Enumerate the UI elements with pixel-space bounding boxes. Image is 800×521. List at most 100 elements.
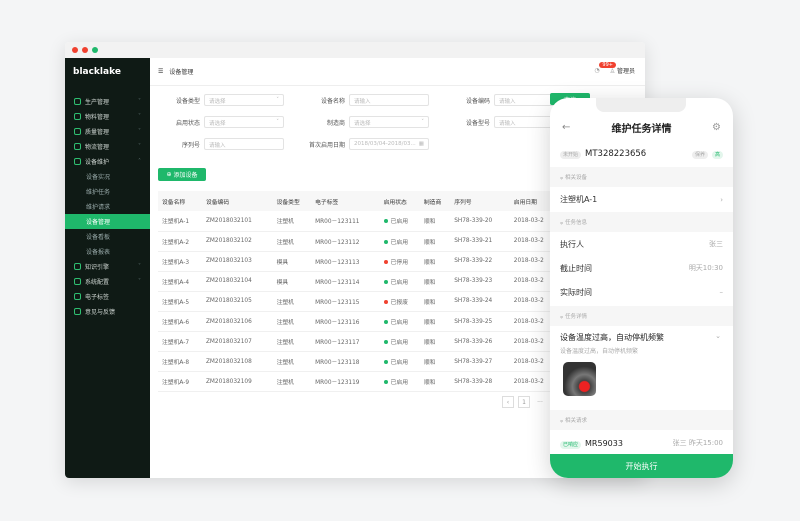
- sidebar-item[interactable]: 物流管理 ˅: [65, 139, 150, 154]
- sidebar-item[interactable]: 物料管理 ˅: [65, 109, 150, 124]
- add-device-button[interactable]: ⊕ 添加设备: [158, 168, 206, 181]
- column-header[interactable]: 启用状态: [379, 191, 420, 211]
- cell-text: MR00－123115: [315, 299, 360, 306]
- table-cell: 顺和: [419, 331, 451, 353]
- phone-notch: [596, 98, 686, 112]
- cell-text: ZM2018032108: [205, 358, 252, 365]
- book-icon: [74, 263, 81, 270]
- sidebar-item[interactable]: 设备维护 ˄: [65, 154, 150, 169]
- field-label: 截止时间: [560, 263, 592, 273]
- close-window-button[interactable]: [72, 47, 78, 53]
- sidebar-item[interactable]: 质量管理 ˅: [65, 124, 150, 139]
- sidebar-subitem[interactable]: 设备看板: [65, 229, 150, 244]
- column-header[interactable]: 制造商: [419, 191, 451, 211]
- cell-text: 注塑机A-8: [162, 360, 190, 367]
- cell-text: SH78-339-22: [454, 258, 493, 265]
- table-cell: SH78-339-26: [450, 331, 510, 353]
- chevron-down-icon[interactable]: ⌄: [715, 332, 721, 340]
- equipment-photo[interactable]: [563, 362, 596, 396]
- device-row[interactable]: 注塑机A-1 ›: [550, 187, 733, 212]
- table-row[interactable]: 注塑机A-5 ZM2018032105 注塑机 MR00－123115 已报废 顺和 SH7…: [158, 291, 558, 312]
- table-row[interactable]: 注塑机A-2 ZM2018032102 注塑机 MR00－123112 已启用 顺和 SH7…: [158, 231, 558, 252]
- maximize-window-button[interactable]: [92, 47, 98, 53]
- cell-text: SH78-339-25: [454, 318, 493, 325]
- sidebar-item[interactable]: 系统配置 ˅: [65, 274, 150, 289]
- table-row[interactable]: 注塑机A-7 ZM2018032107 注塑机 MR00－123117 已启用 顺和 SH7…: [158, 331, 558, 353]
- cell-text: 注塑机: [276, 340, 294, 347]
- column-header[interactable]: 设备编码: [201, 191, 273, 211]
- table-row[interactable]: 注塑机A-6 ZM2018032106 注塑机 MR00－123116 已启用 顺和 SH7…: [158, 311, 558, 333]
- chevron-down-icon: ˅: [276, 119, 279, 125]
- minimize-window-button[interactable]: [82, 47, 88, 53]
- sidebar-item-label: 物流管理: [85, 144, 110, 151]
- cell-text: 注塑机: [276, 360, 294, 367]
- table-cell: 顺和: [419, 251, 451, 272]
- cell-text: 注塑机A-3: [162, 259, 190, 266]
- request-id: MR59033: [585, 438, 623, 448]
- menu-icon[interactable]: ☰: [158, 68, 163, 75]
- sidebar-subitem[interactable]: 设备实况: [65, 169, 150, 184]
- sidebar-item[interactable]: 电子标签: [65, 289, 150, 304]
- cell-text: 顺和: [423, 360, 436, 367]
- table-cell: 注塑机A-6: [158, 311, 202, 333]
- sidebar-subitem[interactable]: 设备管理: [65, 214, 150, 229]
- sidebar-subitem[interactable]: 维护请求: [65, 199, 150, 214]
- table-cell: 已启用: [379, 231, 420, 252]
- deadline-row: 截止时间 明天10:30: [550, 256, 733, 280]
- filter-select[interactable]: 请选择 ˅: [204, 94, 284, 106]
- column-header[interactable]: 设备名称: [158, 191, 202, 211]
- table-cell: 模具: [272, 271, 312, 292]
- table-cell: ZM2018032104: [201, 271, 273, 292]
- cell-text: ZM2018032103: [205, 258, 252, 265]
- sidebar-subitem-label: 设备管理: [86, 219, 111, 226]
- sidebar-item[interactable]: 生产管理 ˅: [65, 94, 150, 109]
- notification-bell-icon[interactable]: ◔ 99+: [594, 62, 616, 74]
- table-row[interactable]: 注塑机A-1 ZM2018032101 注塑机 MR00－123111 已启用 顺和 SH7…: [158, 211, 558, 232]
- start-execution-button[interactable]: 开始执行: [550, 454, 733, 478]
- request-row[interactable]: 已响应 MR59033 张三 昨天15:00: [550, 433, 733, 453]
- filter-label: 设备型号: [465, 119, 490, 127]
- status-dot: [383, 259, 388, 264]
- sidebar-subitem[interactable]: 设备报表: [65, 244, 150, 259]
- sidebar-subitem[interactable]: 维护任务: [65, 184, 150, 199]
- table-cell: MR00－123113: [311, 251, 380, 272]
- user-icon: ♙: [609, 68, 616, 75]
- sidebar-item[interactable]: 意见与反馈: [65, 304, 150, 319]
- table-cell: 顺和: [419, 231, 451, 252]
- sidebar-item-label: 意见与反馈: [85, 309, 116, 316]
- page-1-button[interactable]: 1: [518, 396, 530, 408]
- column-header[interactable]: 序列号: [450, 191, 510, 211]
- back-arrow-icon[interactable]: ←: [562, 122, 570, 133]
- filter-field: 设备名称 请输入: [305, 94, 429, 106]
- filter-select[interactable]: 请选择 ˅: [204, 116, 284, 128]
- sidebar-item[interactable]: 知识引擎 ˅: [65, 259, 150, 274]
- cell-text: 已停用: [390, 259, 409, 266]
- filter-label: 制造商: [326, 119, 345, 127]
- filter-input[interactable]: 请输入: [349, 94, 429, 106]
- prev-page-button[interactable]: ‹: [502, 396, 514, 408]
- filter-select[interactable]: 请选择 ˅: [349, 116, 429, 128]
- cell-text: MR00－123117: [315, 340, 360, 347]
- table-row[interactable]: 注塑机A-9 ZM2018032109 注塑机 MR00－123119 已启用 顺和 SH7…: [158, 371, 558, 393]
- filter-field: 设备类型 请选择 ˅: [160, 94, 284, 106]
- table-row[interactable]: 注塑机A-4 ZM2018032104 模具 MR00－123114 已启用 顺和 SH78…: [158, 271, 558, 292]
- cell-text: 顺和: [423, 340, 436, 347]
- table-row[interactable]: 注塑机A-3 ZM2018032103 模具 MR00－123113 已停用 顺和 SH78…: [158, 251, 558, 272]
- table-cell: 注塑机: [272, 311, 312, 333]
- column-header[interactable]: 电子标签: [311, 191, 380, 211]
- cell-text: ZM2018032109: [205, 378, 252, 385]
- settings-gear-icon[interactable]: ⚙: [712, 122, 721, 133]
- cell-text: 2018-03-2: [513, 378, 544, 385]
- material-icon: [74, 113, 81, 120]
- table-cell: 注塑机A-8: [158, 351, 202, 373]
- table-row[interactable]: 注塑机A-8 ZM2018032108 注塑机 MR00－123118 已启用 顺和 SH7…: [158, 351, 558, 373]
- filter-date[interactable]: 2018/03/04-2018/03... ▦: [349, 138, 429, 150]
- filter-input[interactable]: 请输入: [204, 138, 284, 150]
- table-cell: 注塑机: [272, 291, 312, 312]
- table-cell: 注塑机: [272, 331, 312, 353]
- column-header[interactable]: 设备类型: [272, 191, 312, 211]
- chevron-down-icon: ˅: [138, 278, 141, 285]
- table-cell: 注塑机A-5: [158, 291, 202, 312]
- table-cell: ZM2018032105: [201, 291, 273, 312]
- status-dot: [383, 380, 388, 385]
